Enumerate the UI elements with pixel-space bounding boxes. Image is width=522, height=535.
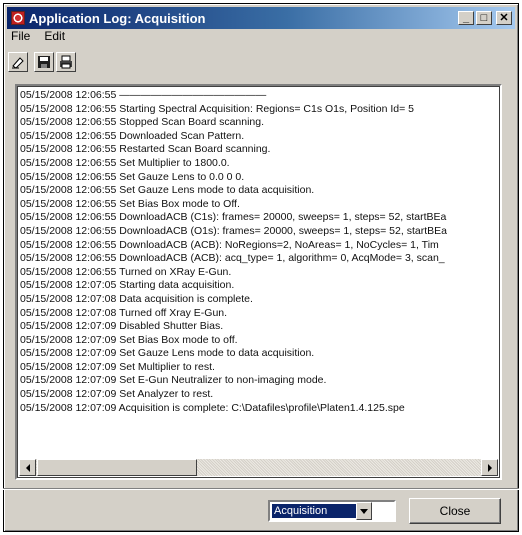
toolbar [8, 52, 76, 74]
log-text-area[interactable]: 05/15/2008 12:06:55 —————————————— 05/15/… [15, 84, 502, 480]
log-line: 05/15/2008 12:06:55 Turned on XRay E-Gun… [20, 265, 232, 278]
minimize-button[interactable]: _ [458, 11, 474, 25]
log-line: 05/15/2008 12:06:55 Restarted Scan Board… [20, 143, 271, 156]
log-line: 05/15/2008 12:07:09 Set Analyzer to rest… [20, 388, 214, 401]
menu-bar: File Edit [4, 27, 72, 45]
log-line: 05/15/2008 12:07:08 Data acquisition is … [20, 292, 253, 305]
print-icon[interactable] [56, 52, 76, 72]
log-line: 05/15/2008 12:06:55 Set Bias Box mode to… [20, 197, 240, 210]
log-line: 05/15/2008 12:06:55 —————————————— [20, 89, 267, 101]
log-line: 05/15/2008 12:06:55 DownloadACB (O1s): f… [20, 224, 447, 237]
eraser-icon[interactable] [8, 52, 28, 72]
close-button[interactable]: Close [409, 498, 501, 524]
scroll-right-arrow-icon[interactable] [481, 459, 498, 476]
log-line: 05/15/2008 12:07:09 Acquisition is compl… [20, 401, 405, 414]
log-line: 05/15/2008 12:07:09 Disabled Shutter Bia… [20, 320, 224, 333]
horizontal-scrollbar[interactable] [19, 459, 498, 476]
log-line: 05/15/2008 12:06:55 DownloadACB (C1s): f… [20, 211, 447, 224]
close-window-button[interactable]: ✕ [496, 11, 512, 25]
log-line: 05/15/2008 12:06:55 Set Gauze Lens mode … [20, 184, 315, 197]
maximize-button[interactable]: □ [476, 11, 492, 25]
log-line: 05/15/2008 12:07:05 Starting data acquis… [20, 279, 235, 292]
log-line: 05/15/2008 12:07:09 Set Multiplier to re… [20, 360, 215, 373]
scroll-left-arrow-icon[interactable] [19, 459, 36, 476]
log-line: 05/15/2008 12:06:55 Starting Spectral Ac… [20, 102, 415, 115]
menu-file[interactable]: File [4, 27, 37, 45]
log-line: 05/15/2008 12:07:09 Set Bias Box mode to… [20, 333, 238, 346]
log-line: 05/15/2008 12:07:09 Set E-Gun Neutralize… [20, 374, 327, 387]
log-line: 05/15/2008 12:06:55 DownloadACB (ACB): a… [20, 252, 445, 265]
log-line: 05/15/2008 12:07:08 Turned off Xray E-Gu… [20, 306, 228, 319]
window-title: Application Log: Acquisition [29, 10, 206, 26]
log-line: 05/15/2008 12:06:55 DownloadACB (ACB): N… [20, 238, 439, 251]
log-select-value: Acquisition [272, 504, 356, 518]
log-select-dropdown[interactable]: Acquisition [268, 500, 396, 522]
chevron-down-icon[interactable] [356, 502, 372, 520]
log-lines: 05/15/2008 12:06:55 —————————————— 05/15/… [20, 89, 500, 415]
log-line: 05/15/2008 12:06:55 Stopped Scan Board s… [20, 116, 265, 129]
menu-edit[interactable]: Edit [37, 27, 72, 45]
log-line: 05/15/2008 12:06:55 Set Multiplier to 18… [20, 156, 230, 169]
app-icon [11, 11, 25, 25]
scroll-thumb[interactable] [37, 459, 197, 476]
title-bar[interactable]: Application Log: Acquisition _ □ ✕ [7, 7, 515, 29]
footer-divider [3, 488, 519, 490]
save-icon[interactable] [34, 52, 54, 72]
log-line: 05/15/2008 12:07:09 Set Gauze Lens mode … [20, 347, 315, 360]
log-line: 05/15/2008 12:06:55 Set Gauze Lens to 0.… [20, 170, 245, 183]
log-line: 05/15/2008 12:06:55 Downloaded Scan Patt… [20, 129, 245, 142]
